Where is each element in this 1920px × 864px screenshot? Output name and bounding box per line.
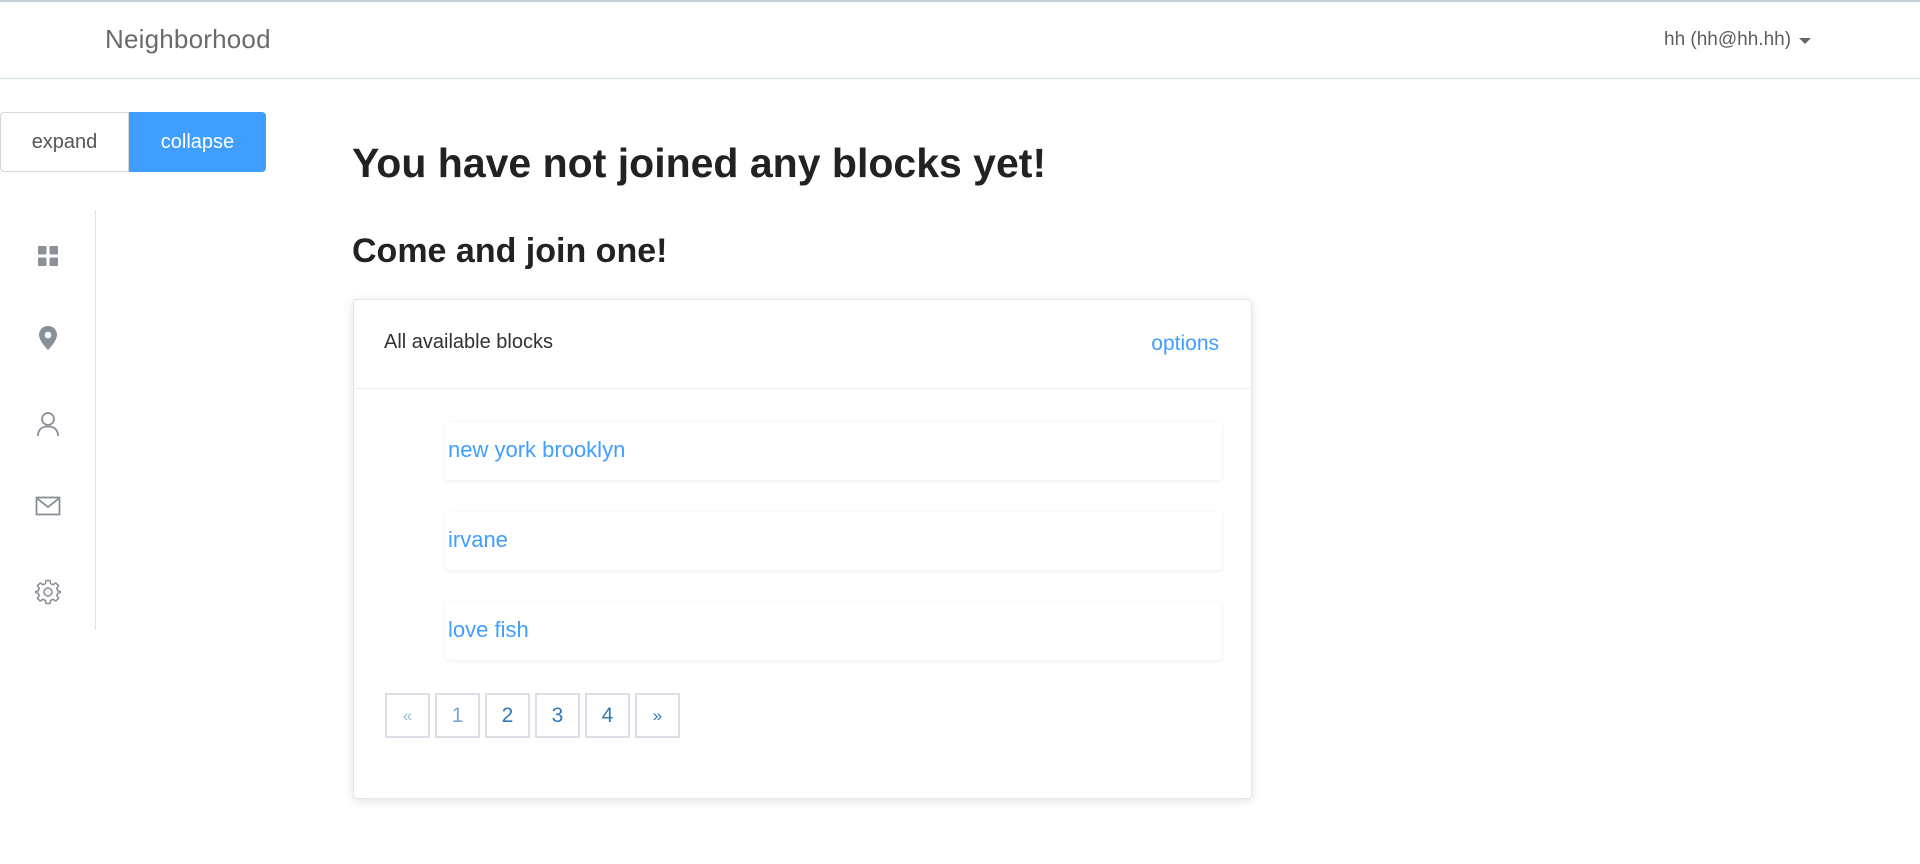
mail-icon <box>35 496 61 516</box>
collapse-button[interactable]: collapse <box>129 112 266 172</box>
pagination-page-button[interactable]: 2 <box>485 693 530 738</box>
page-title: You have not joined any blocks yet! <box>352 140 1047 186</box>
pagination-page-button[interactable]: 3 <box>535 693 580 738</box>
page-subtitle: Come and join one! <box>352 232 668 270</box>
top-navbar: Neighborhood hh (hh@hh.hh) <box>0 0 1920 79</box>
pagination-next-button[interactable]: » <box>635 693 680 738</box>
caret-down-icon <box>1799 38 1812 44</box>
expand-button[interactable]: expand <box>0 112 129 172</box>
card-title: All available blocks <box>384 331 553 353</box>
sidebar-menu <box>0 210 96 630</box>
block-link[interactable]: irvane <box>448 527 508 553</box>
sidebar-item-settings[interactable] <box>34 578 62 606</box>
card-header: All available blocks options <box>354 300 1251 389</box>
options-button[interactable]: options <box>1151 332 1219 356</box>
sidebar-item-dashboard[interactable] <box>34 242 62 270</box>
block-item[interactable]: irvane <box>445 512 1222 570</box>
sidebar-item-location[interactable] <box>34 324 62 352</box>
user-dropdown[interactable]: hh (hh@hh.hh) <box>1664 29 1812 51</box>
sidebar-item-mail[interactable] <box>34 492 62 520</box>
user-icon <box>37 412 59 437</box>
pagination-prev-button[interactable]: « <box>385 693 430 738</box>
sidebar-toggle-group: expand collapse <box>0 112 266 172</box>
pagination-page-button[interactable]: 1 <box>435 693 480 738</box>
location-pin-icon <box>39 326 57 350</box>
pagination: « 1 2 3 4 » <box>385 693 680 738</box>
block-item[interactable]: love fish <box>445 602 1222 660</box>
user-label: hh (hh@hh.hh) <box>1664 29 1792 50</box>
block-link[interactable]: love fish <box>448 617 529 643</box>
dashboard-icon <box>38 246 58 266</box>
block-link[interactable]: new york brooklyn <box>448 437 625 463</box>
sidebar-item-user[interactable] <box>34 410 62 438</box>
brand-title[interactable]: Neighborhood <box>105 24 271 55</box>
pagination-page-button[interactable]: 4 <box>585 693 630 738</box>
gear-icon <box>35 579 61 605</box>
blocks-card: All available blocks options new york br… <box>353 299 1252 799</box>
block-item[interactable]: new york brooklyn <box>445 422 1222 480</box>
